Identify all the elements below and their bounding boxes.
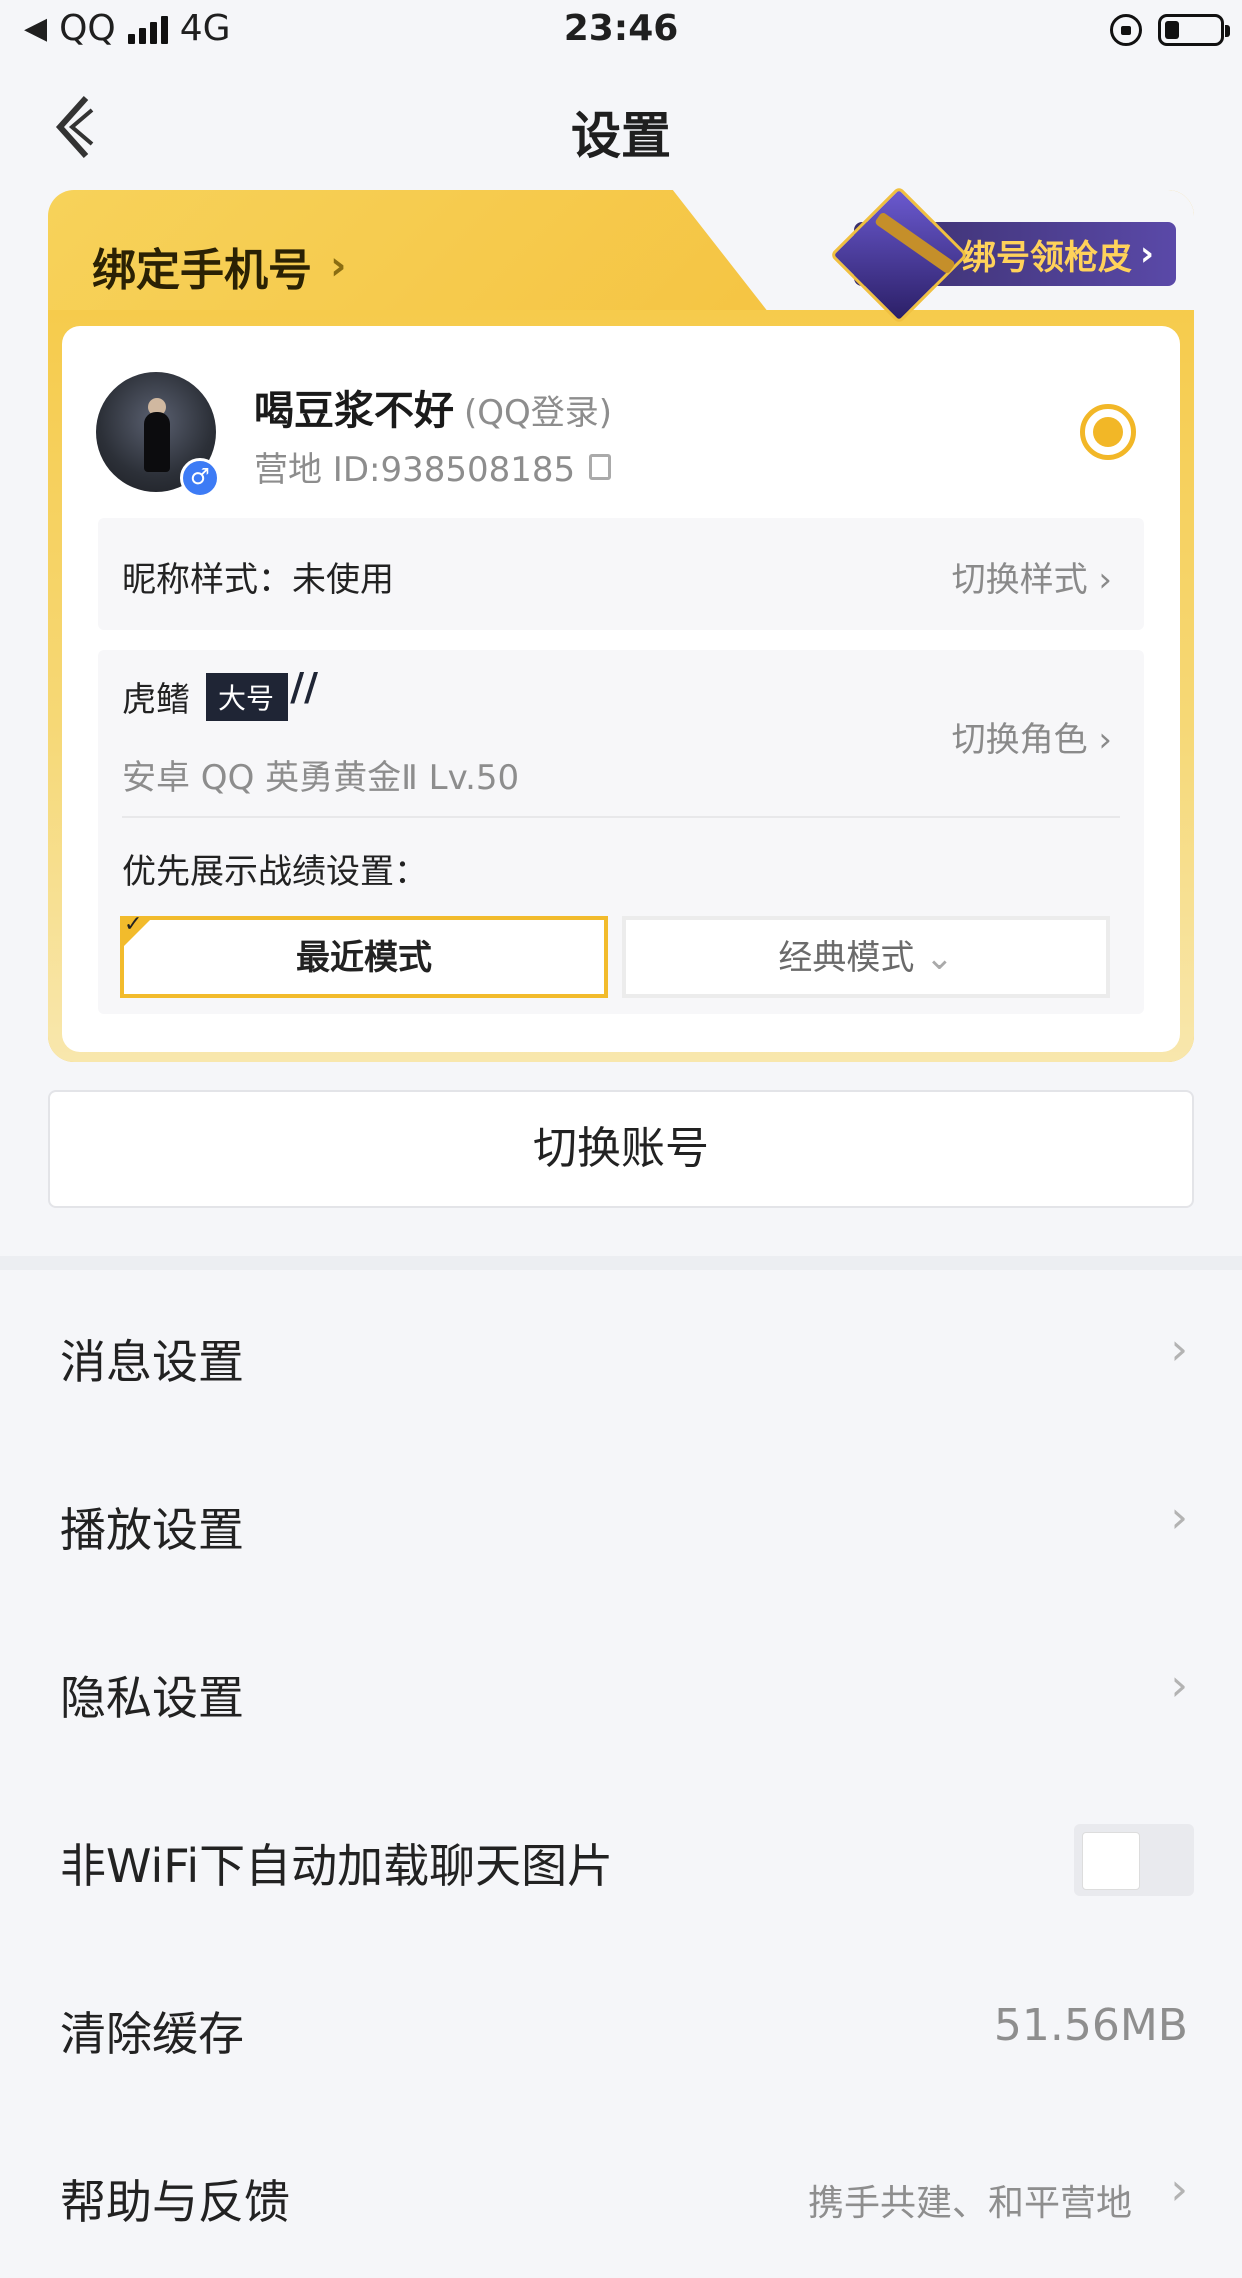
main-account-badge: 大号 [206, 665, 318, 721]
copy-icon[interactable] [589, 453, 612, 480]
chevron-down-icon: ⌄ [925, 938, 954, 978]
battery-icon [1158, 14, 1230, 46]
menu-item-privacy-settings[interactable]: 隐私设置 › [0, 1606, 1242, 1774]
check-icon: ✓ [124, 912, 143, 937]
classic-mode-label: 经典模式 [778, 938, 915, 978]
bind-phone-label: 绑定手机号 [92, 245, 312, 296]
divider [122, 816, 1120, 818]
cache-size: 51.56MB [993, 2000, 1188, 2051]
nickname-style-label: 昵称样式：未使用 [122, 560, 394, 600]
classic-mode-dropdown[interactable]: 经典模式 ⌄ [622, 916, 1110, 998]
chevron-right-icon: › [1098, 720, 1112, 760]
role-name-row: 虎鳍 大号 [122, 665, 318, 721]
status-bar: ◀ QQ 4G 23:46 [0, 0, 1242, 62]
help-subtitle: 携手共建、和平营地 [807, 2183, 1132, 2224]
role-info: 安卓 QQ 英勇黄金Ⅱ Lv.50 [122, 758, 520, 798]
role-name: 虎鳍 [122, 680, 190, 720]
switch-style-link[interactable]: 切换样式 › [952, 552, 1112, 601]
auto-load-toggle[interactable] [1074, 1824, 1194, 1896]
bind-phone-link[interactable]: 绑定手机号 › [92, 234, 346, 298]
priority-label: 优先展示战绩设置： [122, 852, 428, 892]
menu-item-label: 非WiFi下自动加载聊天图片 [60, 1839, 614, 1893]
chevron-right-icon: › [1139, 234, 1154, 274]
user-name: 喝豆浆不好 [254, 388, 454, 434]
switch-style-label: 切换样式 [951, 560, 1088, 600]
menu-item-label: 帮助与反馈 [60, 2175, 290, 2229]
promo-label: 绑号领枪皮 [961, 237, 1132, 278]
switch-role-label: 切换角色 [951, 720, 1088, 760]
menu-item-auto-load-images: 非WiFi下自动加载聊天图片 [0, 1774, 1242, 1942]
menu-item-clear-cache[interactable]: 清除缓存 51.56MB [0, 1942, 1242, 2110]
section-divider [0, 1256, 1242, 1270]
recent-mode-button[interactable]: 最近模式 [120, 916, 608, 998]
chevron-right-icon: › [1170, 2164, 1188, 2215]
user-name-row: 喝豆浆不好 (QQ登录) [254, 378, 612, 436]
chevron-right-icon: › [1170, 1660, 1188, 1711]
menu-item-label: 消息设置 [60, 1335, 244, 1389]
switch-role-link[interactable]: 切换角色 › [952, 712, 1112, 761]
menu-item-playback-settings[interactable]: 播放设置 › [0, 1438, 1242, 1606]
login-type: (QQ登录) [464, 393, 613, 433]
camp-id: 营地 ID:938508185 [254, 450, 576, 490]
menu-item-label: 播放设置 [60, 1503, 244, 1557]
chevron-right-icon: › [330, 243, 347, 289]
page-title: 设置 [571, 107, 671, 165]
menu-item-label: 清除缓存 [60, 2007, 244, 2061]
status-time: 23:46 [563, 8, 679, 49]
male-icon: ♂ [180, 458, 220, 498]
menu-item-help-feedback[interactable]: 帮助与反馈 携手共建、和平营地 › [0, 2110, 1242, 2278]
menu-item-message-settings[interactable]: 消息设置 › [0, 1270, 1242, 1438]
menu-item-label: 隐私设置 [60, 1671, 244, 1725]
chevron-right-icon: › [1170, 1324, 1188, 1375]
orientation-lock-icon [1110, 14, 1142, 46]
switch-account-button[interactable]: 切换账号 [48, 1090, 1194, 1208]
account-selected-radio[interactable] [1080, 404, 1136, 460]
chevron-right-icon: › [1098, 560, 1112, 600]
chevron-right-icon: › [1170, 1492, 1188, 1543]
camp-id-row: 营地 ID:938508185 [254, 442, 612, 491]
